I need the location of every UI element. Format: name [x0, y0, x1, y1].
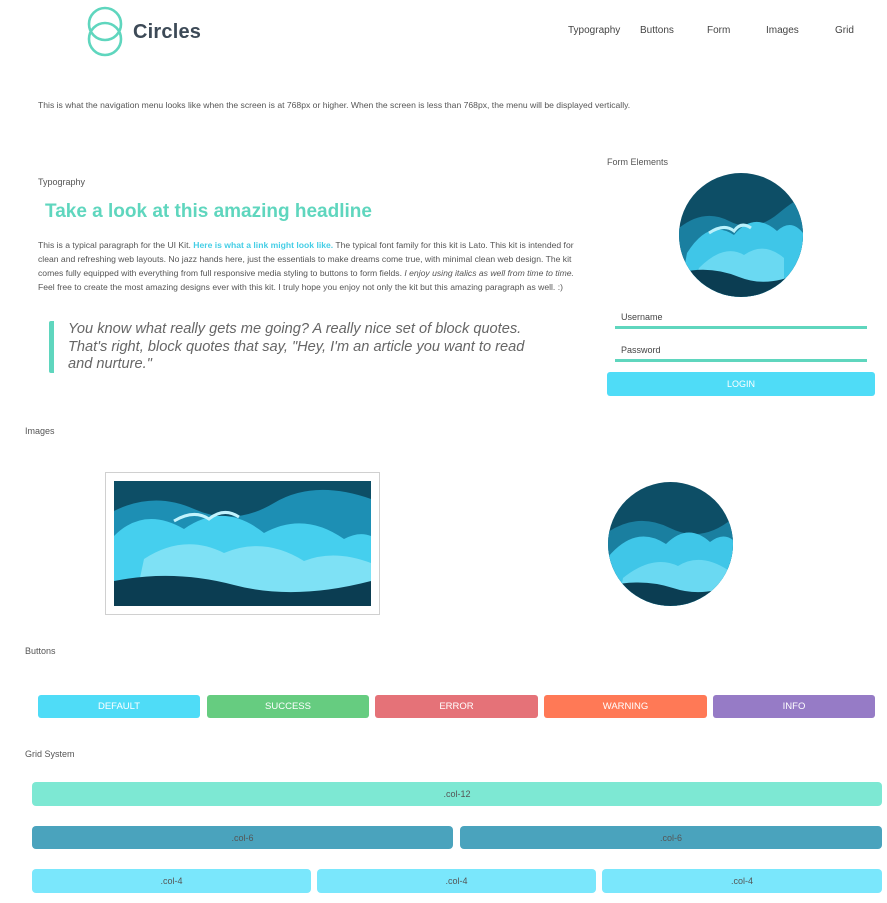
block-quote: You know what really gets me going? A re… [49, 321, 549, 373]
buttons-label: Buttons [25, 646, 56, 656]
grid-col-6: .col-6 [32, 826, 453, 849]
para-italic: I enjoy using italics as well from time … [404, 268, 574, 278]
grid-col-6: .col-6 [460, 826, 882, 849]
default-button[interactable]: DEFAULT [38, 695, 200, 718]
para-text-3: Feel free to create the most amazing des… [38, 282, 563, 292]
sample-link[interactable]: Here is what a link might look like. [193, 240, 333, 250]
login-button[interactable]: LOGIN [607, 372, 875, 396]
form-label: Form Elements [607, 157, 669, 167]
nav-grid[interactable]: Grid [835, 25, 854, 36]
typography-label: Typography [38, 177, 86, 187]
circular-image [608, 482, 733, 606]
wave-image [114, 481, 371, 606]
grid-label: Grid System [25, 749, 75, 759]
nav-images[interactable]: Images [766, 25, 799, 36]
intro-text: This is what the navigation menu looks l… [38, 100, 631, 110]
framed-image [105, 472, 380, 615]
warning-button[interactable]: WARNING [544, 695, 707, 718]
grid-col-4: .col-4 [317, 869, 596, 893]
grid-col-4: .col-4 [32, 869, 311, 893]
main-nav: Typography Buttons Form Images Grid [0, 25, 887, 39]
password-input[interactable] [615, 340, 867, 362]
username-input[interactable] [615, 307, 867, 329]
error-button[interactable]: ERROR [375, 695, 538, 718]
para-text-1: This is a typical paragraph for the UI K… [38, 240, 194, 250]
nav-buttons[interactable]: Buttons [640, 25, 674, 36]
info-button[interactable]: INFO [713, 695, 875, 718]
images-label: Images [25, 426, 55, 436]
grid-col-4: .col-4 [602, 869, 882, 893]
grid-col-12: .col-12 [32, 782, 882, 806]
success-button[interactable]: SUCCESS [207, 695, 369, 718]
nav-typography[interactable]: Typography [568, 25, 620, 36]
nav-form[interactable]: Form [707, 25, 730, 36]
typography-paragraph: This is a typical paragraph for the UI K… [38, 238, 588, 294]
headline: Take a look at this amazing headline [45, 201, 372, 222]
form-avatar-image [679, 173, 803, 297]
